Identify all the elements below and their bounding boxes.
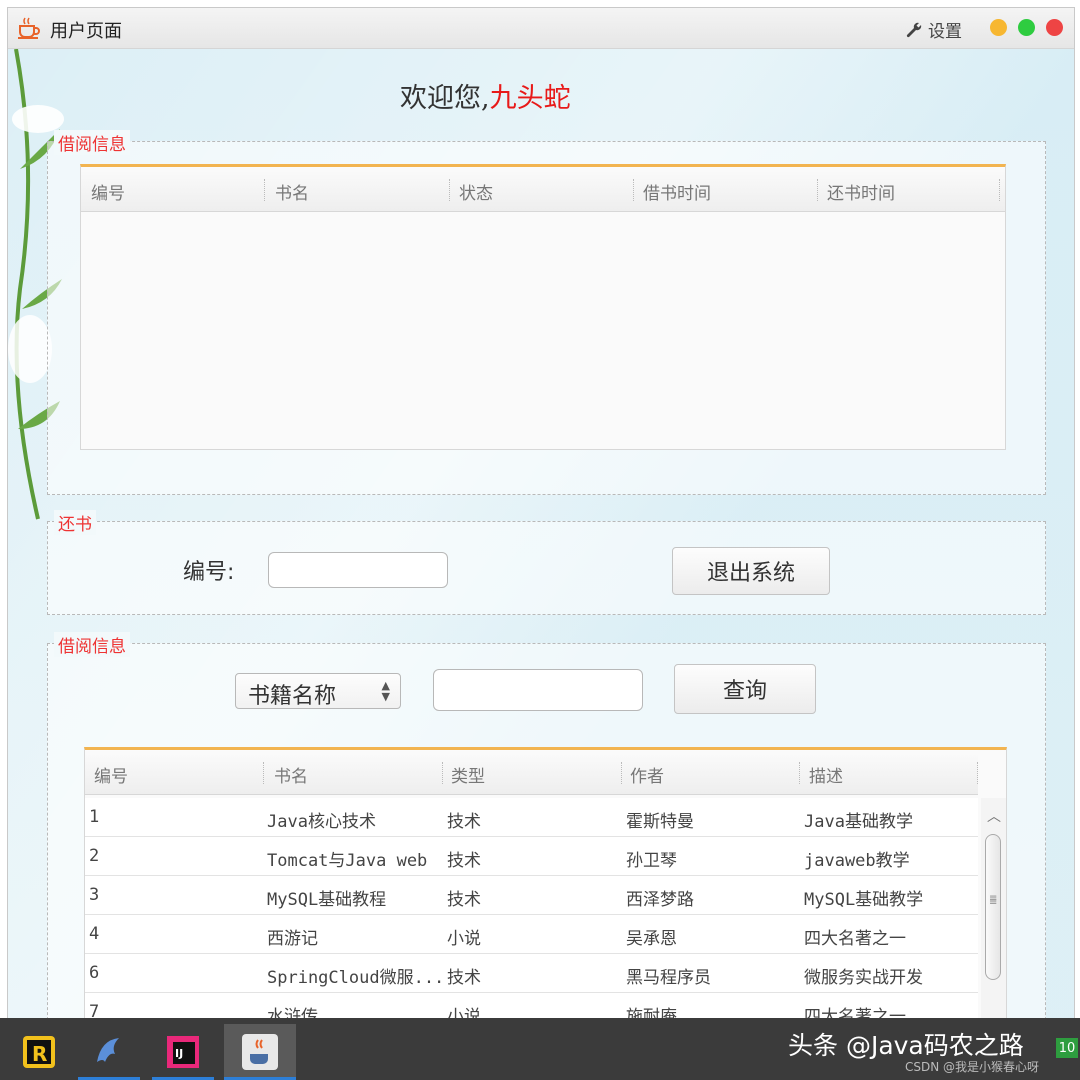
cell-type: 技术 — [447, 812, 481, 832]
book-col-desc[interactable]: 描述 — [809, 762, 843, 787]
maximize-button[interactable] — [1018, 19, 1035, 36]
watermark-subtext: CSDN @我是小猴春心呀 — [905, 1060, 1040, 1074]
book-col-type[interactable]: 类型 — [451, 762, 485, 787]
minimize-button[interactable] — [990, 19, 1007, 36]
grip-icon: ≡ ≡ — [989, 893, 998, 908]
settings-button[interactable]: 设置 — [904, 17, 962, 42]
cell-id: 3 — [89, 885, 100, 905]
cell-type: 小说 — [447, 929, 481, 949]
main-window: 用户页面 设置 欢迎您,九头蛇 借阅信息 编号 书名 状态 借书时间 还书时间 … — [7, 7, 1075, 1075]
title-bar: 用户页面 设置 — [8, 8, 1074, 49]
book-col-id[interactable]: 编号 — [94, 762, 128, 787]
cell-desc: 微服务实战开发 — [804, 968, 923, 988]
col-header-borrow-time[interactable]: 借书时间 — [643, 179, 711, 204]
query-button[interactable]: 查询 — [674, 664, 816, 714]
cell-title: Java核心技术 — [267, 812, 376, 832]
book-search-title: 借阅信息 — [54, 632, 130, 657]
borrow-info-title: 借阅信息 — [54, 130, 130, 155]
col-header-title[interactable]: 书名 — [275, 179, 309, 204]
user-name: 九头蛇 — [489, 83, 571, 114]
table-row[interactable]: 1 Java核心技术 技术 霍斯特曼 Java基础教学 — [85, 798, 978, 837]
wrench-icon — [906, 22, 922, 37]
cell-id: 6 — [89, 963, 100, 983]
cell-author: 黑马程序员 — [626, 968, 711, 988]
welcome-text: 欢迎您,九头蛇 — [400, 76, 571, 115]
java-icon[interactable] — [224, 1024, 296, 1080]
borrow-info-table-header: 编号 书名 状态 借书时间 还书时间 — [81, 167, 1005, 212]
cell-id: 1 — [89, 807, 100, 827]
cell-desc: 四大名著之一 — [804, 929, 906, 949]
close-button[interactable] — [1046, 19, 1063, 36]
table-row[interactable]: 2 Tomcat与Java web 技术 孙卫琴 javaweb教学 — [85, 837, 978, 876]
borrow-info-table[interactable]: 编号 书名 状态 借书时间 还书时间 — [80, 164, 1006, 450]
scroll-thumb[interactable]: ≡ ≡ — [985, 834, 1001, 980]
cell-type: 技术 — [447, 851, 481, 871]
svg-text:IJ: IJ — [175, 1047, 183, 1060]
cell-author: 吴承恩 — [626, 929, 677, 949]
welcome-prefix: 欢迎您, — [400, 83, 490, 114]
content-area: 欢迎您,九头蛇 借阅信息 编号 书名 状态 借书时间 还书时间 还书 编号: 退… — [8, 49, 1074, 1074]
cell-title: SpringCloud微服... — [267, 968, 445, 988]
coffee-cup-icon — [18, 17, 40, 39]
select-arrows-icon: ▲ ▼ — [381, 679, 390, 703]
return-id-label: 编号: — [183, 560, 235, 585]
exit-system-button[interactable]: 退出系统 — [672, 547, 830, 595]
return-id-input[interactable] — [268, 552, 448, 588]
watermark-text: 头条 @Java码农之路 — [788, 1031, 1024, 1060]
table-row[interactable]: 4 西游记 小说 吴承恩 四大名著之一 — [85, 915, 978, 954]
cell-desc: javaweb教学 — [804, 851, 910, 871]
settings-label: 设置 — [928, 22, 962, 42]
notification-badge: 10 — [1056, 1038, 1078, 1058]
book-table-header: 编号 书名 类型 作者 描述 — [85, 750, 978, 795]
cell-id: 4 — [89, 924, 100, 944]
cell-author: 西泽梦路 — [626, 890, 694, 910]
cell-type: 技术 — [447, 968, 481, 988]
search-field-select[interactable]: 书籍名称 ▲ ▼ — [235, 673, 401, 709]
col-header-id[interactable]: 编号 — [91, 179, 125, 204]
table-row[interactable]: 3 MySQL基础教程 技术 西泽梦路 MySQL基础教学 — [85, 876, 978, 915]
cell-title: 西游记 — [267, 929, 318, 949]
book-search-group: 借阅信息 书籍名称 ▲ ▼ 查询 编号 书名 类型 作者 描述 1 Java核心… — [47, 632, 1046, 1074]
book-col-title[interactable]: 书名 — [274, 762, 308, 787]
intellij-icon[interactable]: IJ — [152, 1024, 214, 1080]
return-book-title: 还书 — [54, 510, 96, 535]
cell-title: MySQL基础教程 — [267, 890, 387, 910]
dolphin-icon[interactable] — [78, 1024, 140, 1080]
search-field-value: 书籍名称 — [248, 684, 337, 709]
cell-id: 2 — [89, 846, 100, 866]
cell-author: 孙卫琴 — [626, 851, 677, 871]
return-book-group: 还书 编号: 退出系统 — [47, 510, 1046, 615]
col-header-return-time[interactable]: 还书时间 — [827, 179, 895, 204]
scroll-up-icon[interactable]: ︿ — [987, 806, 1001, 826]
book-col-author[interactable]: 作者 — [630, 762, 664, 787]
table-row[interactable]: 6 SpringCloud微服... 技术 黑马程序员 微服务实战开发 — [85, 954, 978, 993]
cell-desc: MySQL基础教学 — [804, 890, 924, 910]
window-title: 用户页面 — [50, 21, 122, 42]
borrow-info-group: 借阅信息 编号 书名 状态 借书时间 还书时间 — [47, 130, 1046, 495]
cell-desc: Java基础教学 — [804, 812, 913, 832]
cell-author: 霍斯特曼 — [626, 812, 694, 832]
svg-text:R: R — [32, 1042, 47, 1066]
col-header-status[interactable]: 状态 — [459, 179, 493, 204]
search-query-input[interactable] — [433, 669, 643, 711]
cell-title: Tomcat与Java web — [267, 851, 428, 871]
r-app-icon[interactable]: R — [8, 1024, 70, 1080]
cell-type: 技术 — [447, 890, 481, 910]
